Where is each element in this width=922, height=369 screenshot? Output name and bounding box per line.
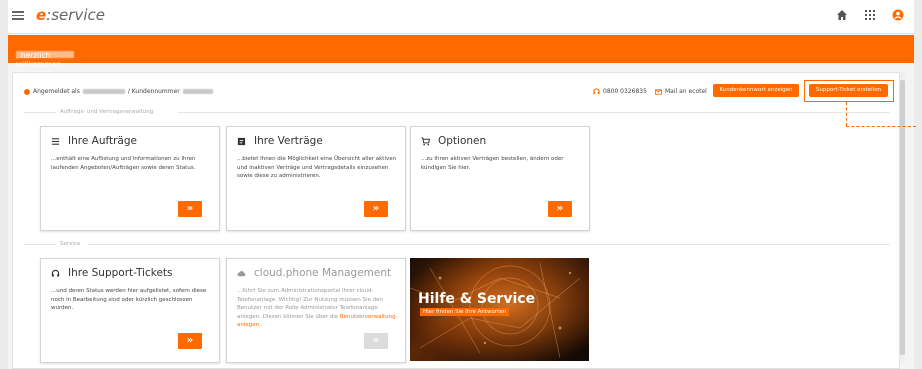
card-title: Ihre Aufträge: [51, 135, 137, 147]
apps-grid-icon[interactable]: [864, 9, 876, 21]
card-title: Optionen: [421, 135, 486, 147]
hero-subtitle: Hier finden Sie Ihre Antworten: [420, 308, 510, 316]
headset-icon: [593, 88, 600, 95]
hero-title: Hilfe & Service: [418, 291, 536, 307]
card-cloudphone[interactable]: cloud.phone Management ...führt Sie zum …: [226, 258, 406, 363]
top-bar: e:service: [8, 0, 914, 34]
user-dot-icon: [24, 88, 30, 95]
orders-go-button[interactable]: »: [178, 201, 202, 217]
mail-link[interactable]: Mail an ecotel: [655, 88, 707, 95]
card-description: ...enthält eine Auflistung und Informati…: [51, 156, 196, 171]
section-label-contracts: Auftrags- und Vertragsverwaltung: [60, 109, 154, 115]
card-support-tickets[interactable]: Ihre Support-Tickets ...und deren Status…: [40, 258, 220, 363]
cloud-icon: [237, 270, 246, 276]
contracts-go-button[interactable]: »: [364, 201, 388, 217]
card-title: Ihre Verträge: [237, 135, 323, 147]
cloudphone-go-button[interactable]: »: [364, 333, 388, 349]
scrollbar-thumb[interactable]: [900, 80, 905, 355]
card-description: ...führt Sie zum Administrationsportal I…: [237, 288, 396, 328]
card-description: ...und deren Status werden hier aufgelis…: [51, 288, 207, 311]
callout-line-vertical: [846, 102, 847, 126]
logo[interactable]: e:service: [36, 6, 105, 24]
redacted-username: [82, 89, 125, 94]
card-contracts[interactable]: Ihre Verträge ...bietet Ihnen die Möglic…: [226, 126, 406, 231]
phone-contact[interactable]: 0800 0326835: [593, 88, 647, 95]
options-go-button[interactable]: »: [548, 201, 572, 217]
mail-icon: [655, 88, 662, 95]
card-orders[interactable]: Ihre Aufträge ...enthält eine Auflistung…: [40, 126, 220, 231]
card-description: ...zu Ihren aktiven Verträgen bestellen,…: [421, 156, 564, 171]
card-title: Ihre Support-Tickets: [51, 267, 173, 279]
card-options[interactable]: Optionen ...zu Ihren aktiven Verträgen b…: [410, 126, 590, 231]
user-icon[interactable]: [892, 9, 904, 21]
top-icons: [836, 9, 904, 21]
show-customer-password-button[interactable]: Kundenkennwort anzeigen: [713, 84, 799, 97]
document-icon: [237, 137, 246, 145]
highlight-box: [804, 80, 894, 102]
section-divider: [24, 244, 56, 245]
section-label-service: Service: [60, 241, 81, 247]
cart-icon: [421, 136, 430, 145]
tickets-go-button[interactable]: »: [178, 333, 202, 349]
headset-icon: [51, 269, 60, 277]
help-service-banner[interactable]: Hilfe & Service Hier finden Sie Ihre Ant…: [410, 258, 589, 361]
list-icon: [51, 137, 60, 145]
section-divider: [88, 244, 890, 245]
home-icon[interactable]: [836, 9, 848, 21]
card-description: ...bietet Ihnen die Möglichkeit eine Übe…: [237, 156, 397, 179]
callout-line-horizontal: [846, 126, 916, 127]
welcome-banner: Hallo , herzlich willkommen im ecotel Ku…: [8, 35, 914, 87]
login-info: Angemeldet als / Kundennummer: [24, 88, 213, 95]
section-divider: [24, 112, 56, 113]
card-title: cloud.phone Management: [237, 267, 391, 279]
section-divider: [178, 112, 890, 113]
redacted-customer-number: [182, 89, 213, 94]
menu-icon[interactable]: [12, 9, 24, 21]
